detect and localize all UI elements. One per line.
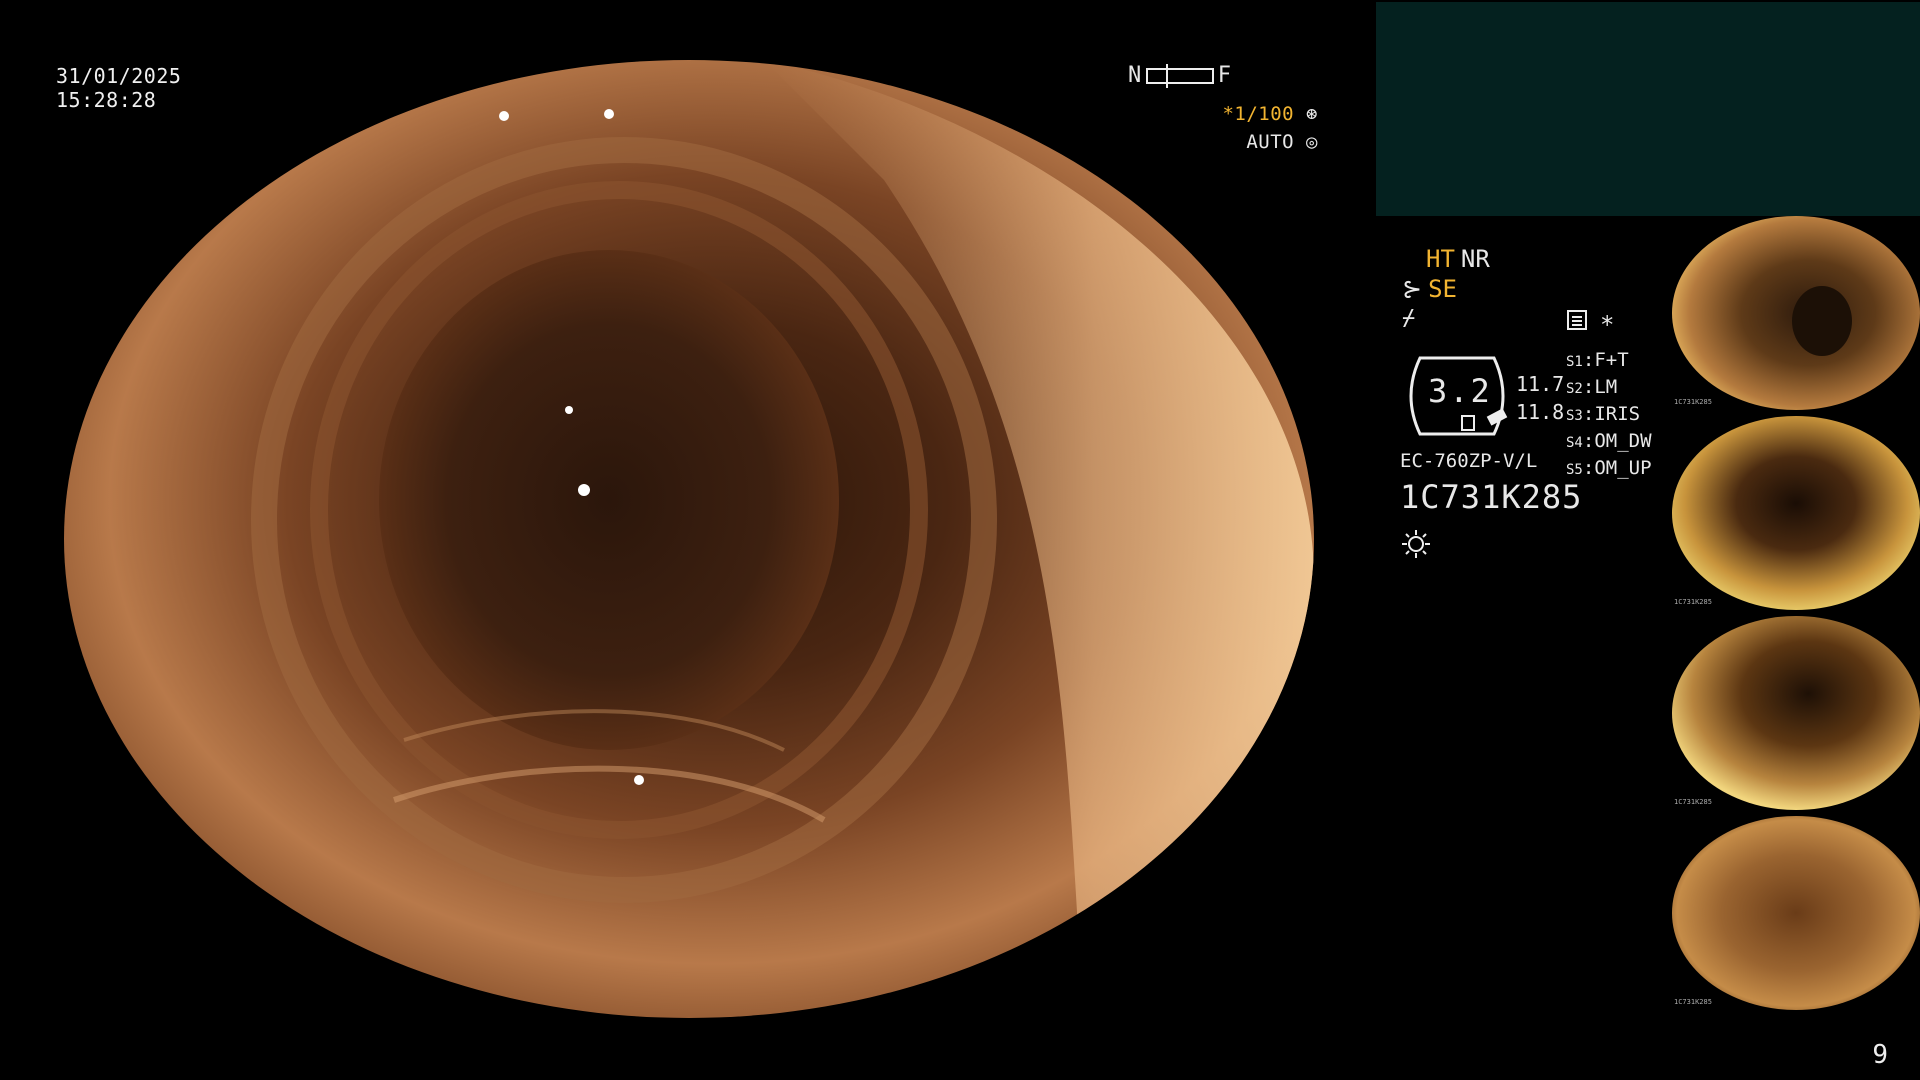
preset-row: S2:LM [1566, 376, 1618, 398]
light-source-icon [1402, 530, 1430, 558]
thumbnail-label: 1C731K285 [1674, 798, 1712, 806]
gauge-value: 3.2 [1428, 372, 1492, 410]
scope-serial-number: 1C731K285 [1400, 478, 1583, 516]
shutter-speed: *1/100 [1222, 103, 1295, 125]
date-text: 31/01/2025 [56, 64, 182, 88]
captured-thumbnail[interactable]: 1C731K285 [1672, 616, 1920, 810]
page-number: 9 [1872, 1040, 1888, 1070]
scope-bend-icon: ⊱ [1402, 275, 1423, 303]
near-far-bar [1145, 64, 1214, 88]
date-time-display: 31/01/2025 15:28:28 [56, 64, 181, 112]
thumbnail-label: 1C731K285 [1674, 598, 1712, 606]
nr-indicator: NR [1460, 245, 1490, 273]
endoscope-live-image [64, 60, 1314, 1018]
image-mode-indicators: HT NR ⊱ SE ⌿ [1402, 244, 1490, 334]
far-label: F [1217, 63, 1232, 88]
scope-model: EC-760ZP-V/L [1400, 450, 1538, 472]
preset-row: S4:OM_DW [1566, 430, 1652, 452]
readout-2: 11.8 [1516, 400, 1565, 424]
enhancement-gauge: 3.2 [1400, 350, 1514, 442]
near-far-scale: N F [1128, 64, 1232, 88]
near-label: N [1128, 63, 1142, 88]
se-indicator: SE [1428, 275, 1458, 303]
thumbnail-label: 1C731K285 [1674, 398, 1712, 406]
captured-thumbnail[interactable]: 1C731K285 [1672, 216, 1920, 410]
time-text: 15:28:28 [56, 88, 157, 112]
preset-row: S1:F+T [1566, 349, 1629, 371]
auto-iris-icon: ◎ [1306, 131, 1318, 153]
gauge-readouts: 11.7 11.8 [1516, 370, 1564, 426]
preset-icons: ∗ [1566, 306, 1614, 334]
captured-image-list: 1C731K285 1C731K285 1C731K285 1C731K285 [1672, 216, 1920, 1016]
lightning-icon: ⌿ [1402, 306, 1416, 331]
asterisk-icon: ∗ [1600, 306, 1615, 334]
iris-mode: AUTO [1246, 131, 1295, 153]
info-panel-header [1376, 2, 1920, 216]
shutter-info: *1/100 ⊛ AUTO ◎ [1222, 100, 1318, 156]
scope-button-presets: S1:F+T S2:LM S3:IRIS S4:OM_DW S5:OM_UP [1566, 348, 1652, 483]
captured-thumbnail[interactable]: 1C731K285 [1672, 816, 1920, 1010]
memo-icon [1567, 310, 1587, 330]
thumbnail-label: 1C731K285 [1674, 998, 1712, 1006]
ht-indicator: HT [1426, 245, 1455, 273]
readout-1: 11.7 [1516, 372, 1565, 396]
captured-thumbnail[interactable]: 1C731K285 [1672, 416, 1920, 610]
preset-row: S3:IRIS [1566, 403, 1641, 425]
shutter-icon: ⊛ [1306, 103, 1318, 125]
